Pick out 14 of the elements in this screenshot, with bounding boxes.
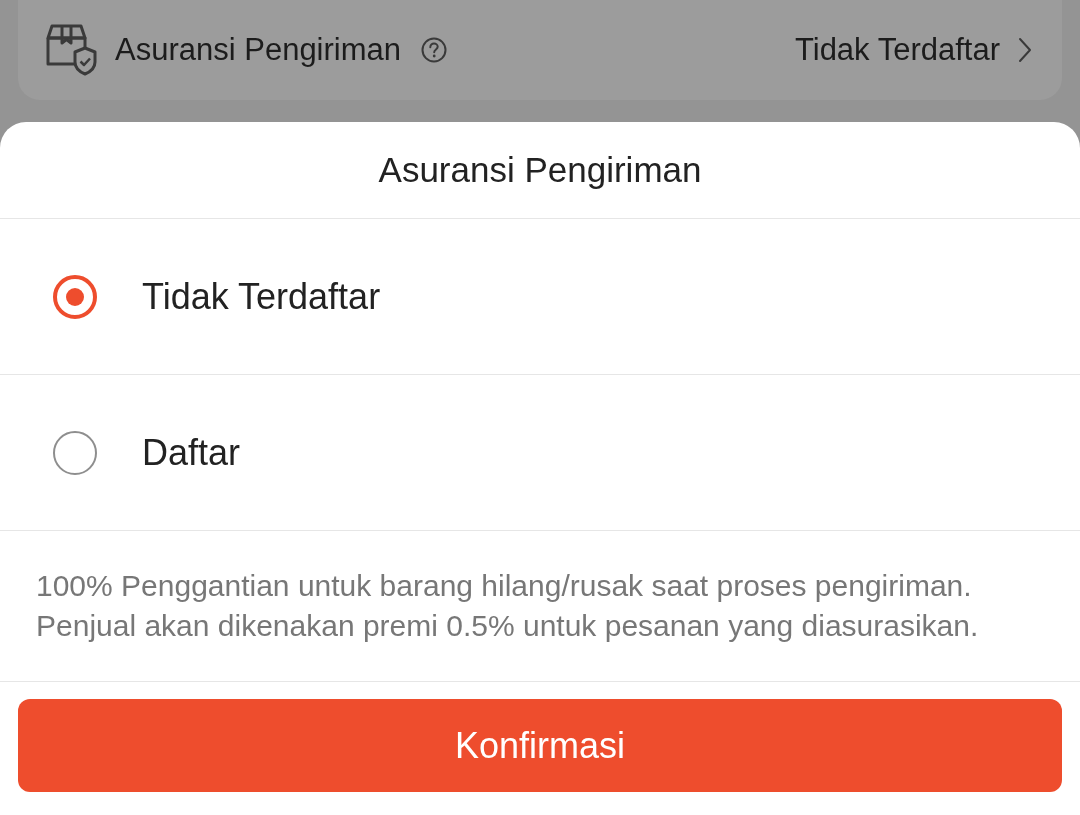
selected-value: Tidak Terdaftar	[794, 32, 1000, 68]
help-icon[interactable]	[421, 37, 448, 63]
radio-option[interactable]: Tidak Terdaftar	[0, 219, 1080, 375]
radio-option[interactable]: Daftar	[0, 375, 1080, 531]
confirm-button[interactable]: Konfirmasi	[18, 699, 1062, 792]
row-label: Asuransi Pengiriman	[115, 32, 402, 68]
shipping-insurance-card[interactable]: Asuransi Pengiriman Tidak Terdaftar	[18, 0, 1062, 100]
radio-icon[interactable]	[52, 429, 98, 476]
package-shield-icon	[45, 24, 99, 76]
chevron-right-icon	[1018, 37, 1032, 63]
sheet-title: Asuransi Pengiriman	[0, 122, 1080, 219]
description-text: 100% Penggantian untuk barang hilang/rusak saat proses pengiriman.	[36, 568, 973, 604]
description-text: Penjual akan dikenakan premi 0.5% untuk pesanan yang diasurasikan.	[36, 608, 980, 644]
radio-icon[interactable]	[52, 273, 98, 320]
